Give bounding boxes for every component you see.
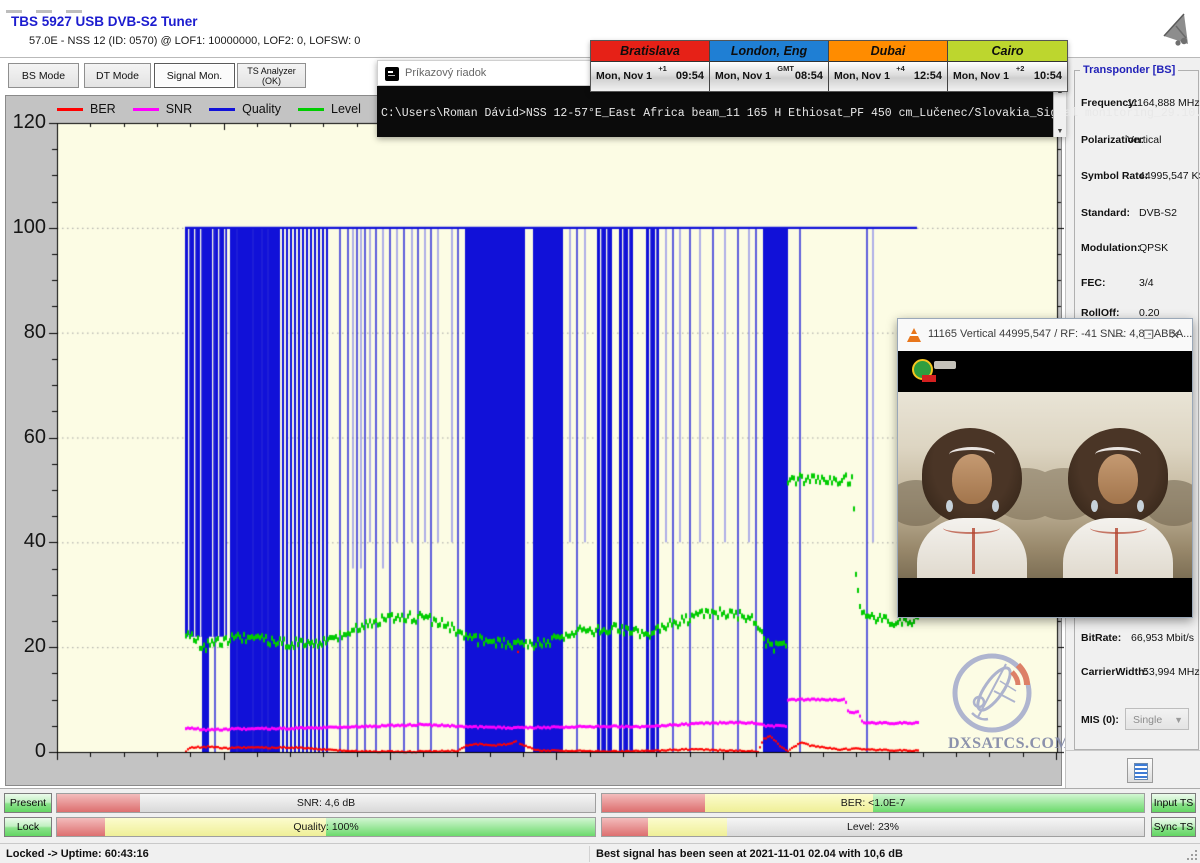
cmd-window-title: Príkazový riadok <box>405 67 486 79</box>
mis-dropdown[interactable]: Single▼ <box>1125 708 1189 730</box>
clock-city-label: Dubai <box>829 41 947 62</box>
maximize-icon[interactable]: ❐ <box>1143 328 1154 342</box>
ber-meter: BER: <1.0E-7 <box>601 793 1145 813</box>
snr-meter: SNR: 4,6 dB <box>56 793 596 813</box>
lock-button[interactable]: Lock <box>4 817 52 837</box>
clock-city-label: Bratislava <box>591 41 709 62</box>
symbol-rate-row: Symbol Rate:44995,547 KS/s <box>1081 170 1195 182</box>
clock-date: Mon, Nov 1 <box>596 70 652 82</box>
clipped-window-fragment <box>6 0 136 5</box>
sidebar-bottom-strip <box>1066 750 1200 792</box>
video-left-half <box>898 392 1045 578</box>
legend-level: Level <box>298 102 361 116</box>
standard-row: Standard:DVB-S2 <box>1081 207 1195 219</box>
singer-figure <box>913 426 1031 578</box>
clock-cairo: Cairo Mon, Nov 1 +2 10:54 <box>948 41 1067 91</box>
app-window: TBS 5927 USB DVB-S2 Tuner 57.0E - NSS 12… <box>0 0 1200 863</box>
world-clocks-panel: Bratislava Mon, Nov 1 +1 09:54 London, E… <box>590 40 1068 92</box>
scroll-down-icon[interactable]: ▼ <box>1054 128 1066 135</box>
singer-figure <box>1060 426 1178 578</box>
vlc-title-bar[interactable]: 11165 Vertical 44995,547 / RF: -41 SNR: … <box>898 319 1192 351</box>
minimize-icon[interactable]: — <box>1112 328 1124 342</box>
clock-date: Mon, Nov 1 <box>834 70 890 82</box>
status-separator <box>589 846 590 862</box>
transponder-group-title: Transponder [BS] <box>1080 64 1178 76</box>
cmd-icon <box>385 67 399 81</box>
input-ts-button[interactable]: Input TS <box>1151 793 1196 813</box>
clock-utc-offset: +1 <box>658 64 667 73</box>
vlc-video-area[interactable] <box>898 351 1192 617</box>
clock-time: 12:54 <box>914 70 942 82</box>
satellite-dish-icon <box>1156 8 1196 54</box>
list-icon <box>1134 763 1148 780</box>
dxsatcs-watermark-text: DXSATCS.COM <box>948 735 1062 753</box>
channel-logo <box>912 359 958 383</box>
level-meter-label: Level: 23% <box>602 821 1144 833</box>
chart-legend: BER SNR Quality Level <box>57 99 361 119</box>
clock-dubai: Dubai Mon, Nov 1 +4 12:54 <box>829 41 948 91</box>
clock-date: Mon, Nov 1 <box>953 70 1009 82</box>
cmd-scrollbar[interactable]: ▲ ▼ <box>1053 86 1066 137</box>
level-meter: Level: 23% <box>601 817 1145 837</box>
legend-quality: Quality <box>209 102 281 116</box>
clock-london: London, Eng Mon, Nov 1 GMT 08:54 <box>710 41 829 91</box>
cmd-console[interactable]: C:\Users\Roman Dávid>NSS 12-57°E_East Af… <box>377 86 1066 137</box>
dxsatcs-watermark: DXSATCS.COM <box>948 651 1062 763</box>
y-tick-label: 20 <box>4 635 46 658</box>
video-right-half-mirrored <box>1045 392 1192 578</box>
ber-meter-label: BER: <1.0E-7 <box>602 797 1144 809</box>
vlc-cone-icon <box>907 328 921 342</box>
dt-mode-button[interactable]: DT Mode <box>84 63 151 88</box>
y-tick-label: 120 <box>4 111 46 134</box>
dxsatcs-logo-icon <box>948 651 1044 735</box>
modulation-row: Modulation:QPSK <box>1081 242 1195 254</box>
stream-list-button[interactable] <box>1127 758 1153 783</box>
clock-bratislava: Bratislava Mon, Nov 1 +1 09:54 <box>591 41 710 91</box>
clock-time: 09:54 <box>676 70 704 82</box>
ts-analyzer-button[interactable]: TS Analyzer (OK) <box>237 63 306 88</box>
y-tick-label: 40 <box>4 530 46 553</box>
y-tick-label: 80 <box>4 321 46 344</box>
clock-utc-offset: +2 <box>1016 64 1025 73</box>
polarization-row: Polarization:Vertical <box>1081 134 1195 146</box>
best-signal-status: Best signal has been seen at 2021-11-01 … <box>596 848 903 860</box>
y-tick-label: 60 <box>4 426 46 449</box>
tuner-title: TBS 5927 USB DVB-S2 Tuner <box>11 14 198 29</box>
clock-utc-offset: GMT <box>777 64 794 73</box>
clock-city-label: Cairo <box>948 41 1067 62</box>
resize-grip[interactable] <box>1187 850 1197 860</box>
cmd-prompt-line: C:\Users\Roman Dávid>NSS 12-57°E_East Af… <box>381 107 1200 120</box>
signal-mon-tab-button[interactable]: Signal Mon. <box>154 63 235 88</box>
quality-meter: Quality: 100% <box>56 817 596 837</box>
snr-meter-label: SNR: 4,6 dB <box>57 797 595 809</box>
legend-snr: SNR <box>133 102 192 116</box>
clock-time: 08:54 <box>795 70 823 82</box>
lock-uptime-status: Locked -> Uptime: 60:43:16 <box>6 848 149 860</box>
y-tick-label: 100 <box>4 216 46 239</box>
carrier-width-row: CarrierWidth:53,994 MHz <box>1081 666 1195 678</box>
clock-city-label: London, Eng <box>710 41 828 62</box>
present-button[interactable]: Present <box>4 793 52 813</box>
tuner-subtitle: 57.0E - NSS 12 (ID: 0570) @ LOF1: 100000… <box>29 35 360 47</box>
clock-utc-offset: +4 <box>896 64 905 73</box>
video-frame <box>898 392 1192 578</box>
chevron-down-icon: ▼ <box>1174 709 1183 731</box>
legend-ber: BER <box>57 102 116 116</box>
vlc-player-window: 11165 Vertical 44995,547 / RF: -41 SNR: … <box>897 318 1193 618</box>
close-icon[interactable]: ✕ <box>1170 328 1180 342</box>
y-tick-label: 0 <box>4 740 46 763</box>
quality-meter-label: Quality: 100% <box>57 821 595 833</box>
fec-row: FEC:3/4 <box>1081 277 1195 289</box>
clock-time: 10:54 <box>1034 70 1062 82</box>
bitrate-row: BitRate:66,953 Mbit/s <box>1081 632 1195 644</box>
clock-date: Mon, Nov 1 <box>715 70 771 82</box>
sync-ts-button[interactable]: Sync TS <box>1151 817 1196 837</box>
bs-mode-button[interactable]: BS Mode <box>8 63 79 88</box>
status-bar: Locked -> Uptime: 60:43:16 Best signal h… <box>0 843 1200 863</box>
